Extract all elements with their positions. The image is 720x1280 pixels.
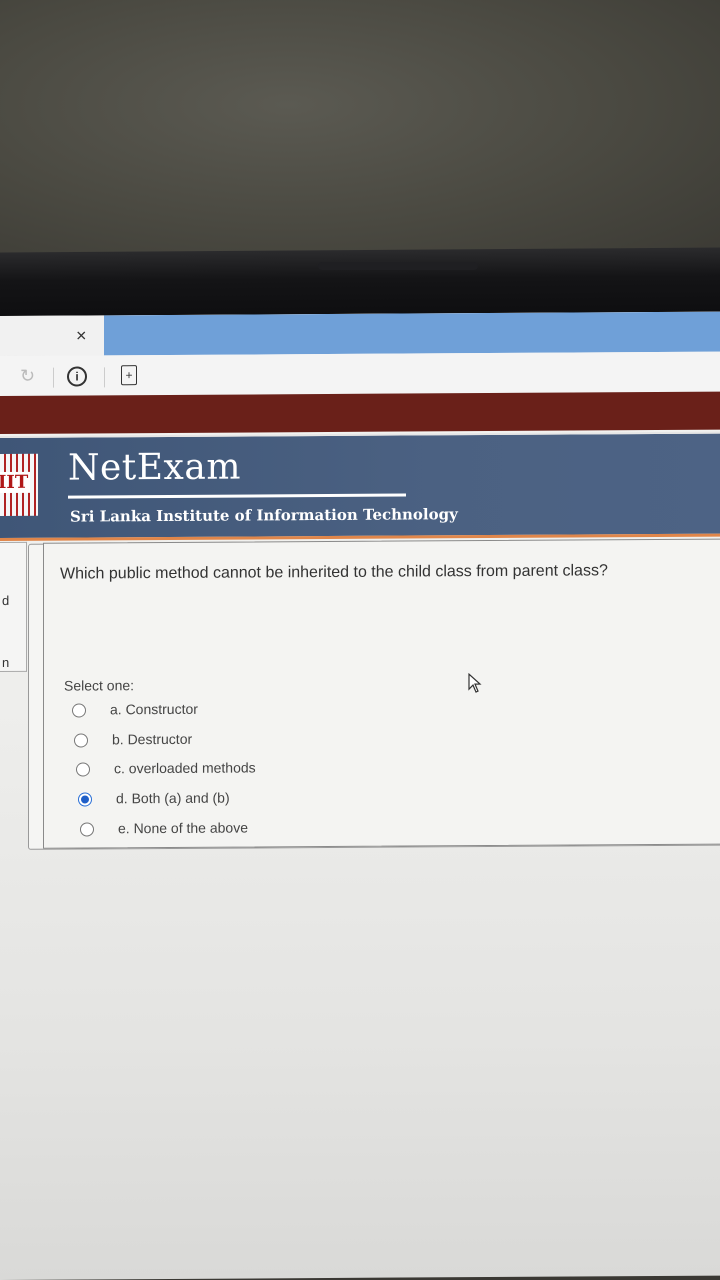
toolbar-divider	[104, 367, 105, 388]
question-card: Which public method cannot be inherited …	[43, 538, 720, 849]
side-text-a: d	[2, 592, 10, 608]
select-one-label: Select one:	[64, 677, 135, 694]
option-label: c. overloaded methods	[114, 759, 256, 777]
question-container: Which public method cannot be inherited …	[28, 538, 720, 850]
option-b[interactable]: b. Destructor	[64, 728, 364, 752]
option-c[interactable]: c. overloaded methods	[66, 757, 366, 781]
logo-text: IIT	[0, 471, 31, 494]
reload-icon[interactable]: ↻	[20, 366, 35, 387]
site-header: IIT NetExam Sri Lanka Institute of Infor…	[0, 431, 720, 541]
browser-tab[interactable]: ×	[0, 315, 104, 356]
site-title[interactable]: NetExam	[68, 447, 241, 489]
option-d[interactable]: d. Both (a) and (b)	[68, 787, 368, 811]
radio-button-selected[interactable]	[78, 792, 92, 807]
option-label: d. Both (a) and (b)	[116, 789, 230, 807]
top-strip	[0, 391, 720, 434]
radio-button[interactable]	[72, 703, 86, 718]
option-label: b. Destructor	[112, 730, 193, 748]
option-e[interactable]: e. None of the above	[70, 817, 370, 841]
toolbar-divider	[53, 367, 54, 388]
radio-button[interactable]	[74, 733, 88, 748]
radio-button[interactable]	[76, 762, 90, 777]
radio-button[interactable]	[80, 822, 94, 837]
tab-bar: ×	[0, 311, 720, 356]
option-a[interactable]: a. Constructor	[62, 698, 362, 722]
tab-strip	[104, 311, 720, 356]
info-icon[interactable]: i	[67, 366, 87, 387]
screen: × ↻ i + IIT NetExam Sri Lanka Institute …	[0, 311, 720, 1280]
new-document-icon[interactable]: +	[121, 365, 137, 386]
close-tab-icon[interactable]: ×	[76, 325, 87, 346]
background-wall	[0, 0, 720, 262]
option-label: a. Constructor	[110, 700, 198, 718]
question-text: Which public method cannot be inherited …	[60, 562, 608, 583]
site-subtitle: Sri Lanka Institute of Information Techn…	[70, 505, 458, 526]
option-label: e. None of the above	[118, 819, 248, 837]
mouse-pointer-icon	[468, 673, 482, 693]
title-underline	[68, 493, 406, 499]
side-text-b: n	[2, 654, 10, 670]
webcam-notch	[318, 262, 478, 270]
question-nav-panel[interactable]: d n	[0, 541, 27, 672]
browser-toolbar: ↻ i +	[0, 351, 720, 397]
